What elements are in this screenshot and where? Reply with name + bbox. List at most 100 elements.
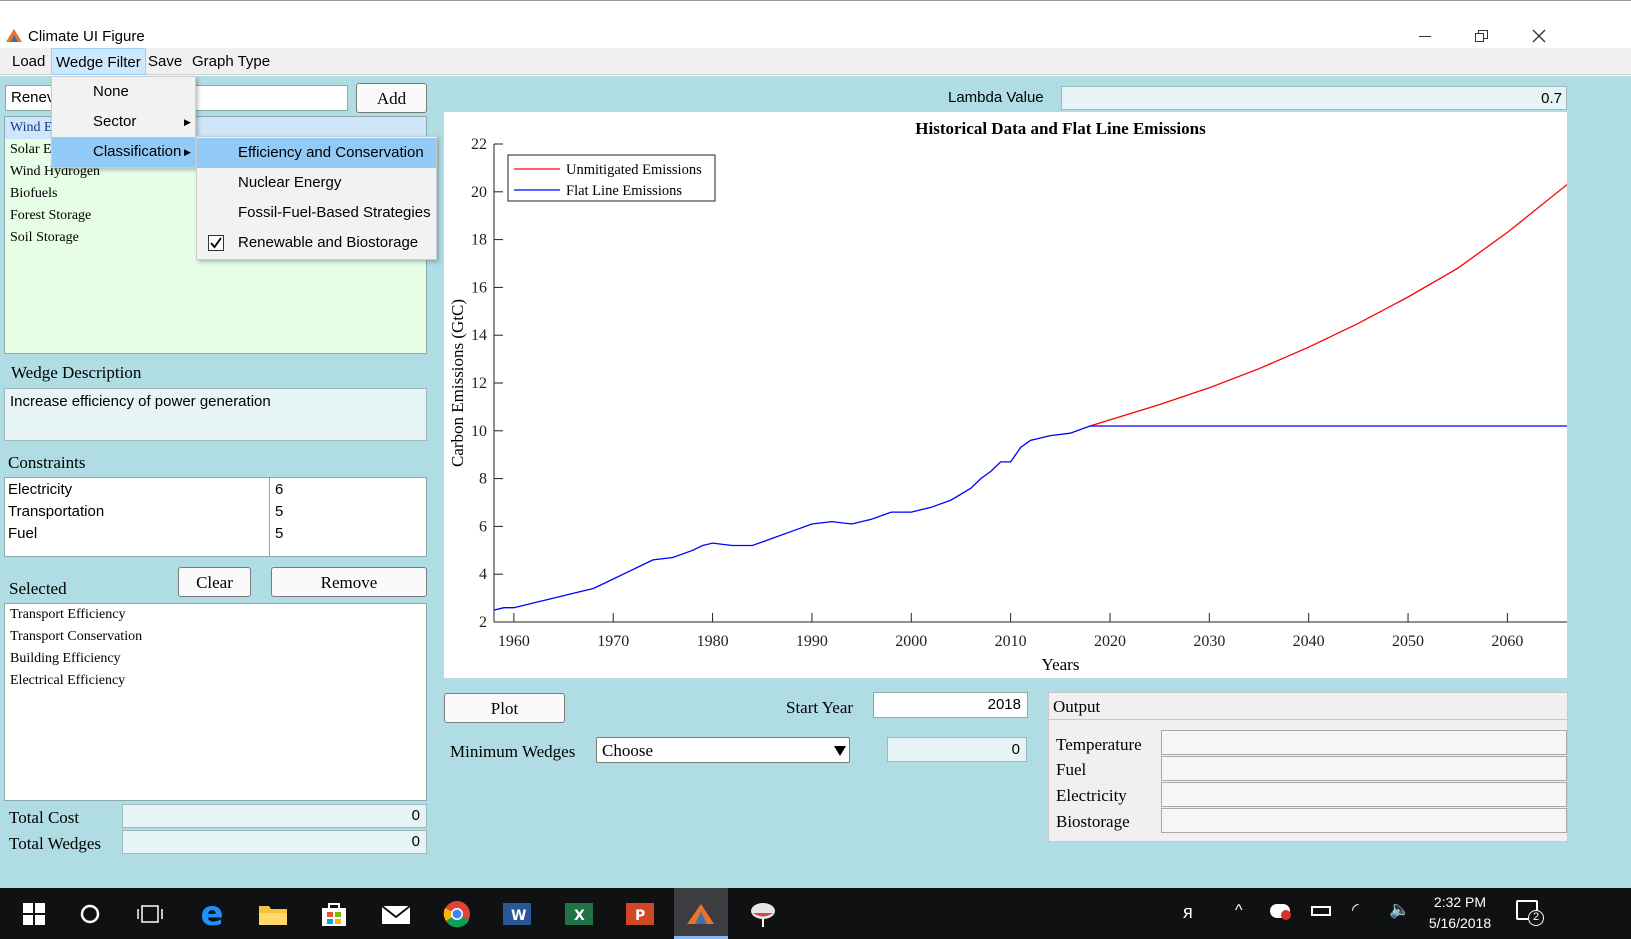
clock-time: 2:32 PM (1433, 894, 1487, 910)
x-tick-label: 2010 (995, 633, 1027, 650)
minimize-button[interactable] (1410, 25, 1440, 47)
excel-button[interactable]: X (561, 896, 597, 932)
constraint-value[interactable]: 5 (275, 525, 283, 542)
lambda-label: Lambda Value (948, 89, 1044, 106)
menu-item-sector[interactable]: Sector ▶ (52, 107, 195, 137)
constraint-name: Electricity (8, 481, 73, 498)
word-button[interactable]: W (499, 896, 535, 932)
lambda-value: 0.7 (1541, 90, 1562, 107)
folder-icon (259, 906, 287, 925)
clear-button[interactable]: Clear (178, 567, 251, 597)
plot-button[interactable]: Plot (444, 693, 565, 723)
menu-item-renewable[interactable]: Renewable and Biostorage (197, 228, 436, 258)
menu-load[interactable]: Load (12, 53, 45, 70)
menu-save[interactable]: Save (148, 53, 182, 70)
x-tick-label: 1970 (597, 633, 629, 650)
start-year-label: Start Year (786, 698, 854, 717)
wifi-icon[interactable]: ◜ (1352, 900, 1359, 920)
x-tick-label: 2040 (1293, 633, 1325, 650)
menu-item-none[interactable]: None (52, 77, 195, 107)
store-button[interactable] (316, 896, 352, 932)
restore-button[interactable] (1466, 25, 1496, 47)
chrome-icon (443, 901, 470, 928)
temperature-label: Temperature (1056, 735, 1142, 754)
menu-wedge-filter[interactable]: Wedge Filter (51, 48, 146, 75)
classification-submenu: Efficiency and Conservation Nuclear Ener… (196, 136, 437, 260)
cortana-icon (80, 904, 100, 924)
word-icon: W (503, 903, 531, 925)
matlab-taskbar-button[interactable] (683, 896, 719, 932)
edge-icon[interactable]: e (194, 894, 230, 934)
total-wedges-value: 0 (411, 833, 420, 850)
svg-text:W: W (511, 908, 526, 924)
minimum-wedges-dropdown[interactable]: Choose (596, 737, 850, 763)
start-year-input[interactable]: 2018 (873, 692, 1028, 718)
wedge-description-label: Wedge Description (11, 363, 142, 382)
menu-item-fossil[interactable]: Fossil-Fuel-Based Strategies (197, 198, 436, 228)
onedrive-error-icon[interactable] (1270, 904, 1291, 920)
menu-graph-type[interactable]: Graph Type (192, 53, 270, 70)
selected-label: Selected (9, 579, 67, 598)
menu-item-label: Fossil-Fuel-Based Strategies (238, 204, 431, 221)
matlab-icon (687, 904, 714, 924)
task-view-button[interactable] (132, 896, 168, 932)
electricity-label: Electricity (1056, 786, 1127, 805)
minimize-icon (1419, 35, 1431, 37)
total-cost-field: 0 (122, 804, 427, 828)
plot-area (494, 144, 1567, 622)
x-tick-label: 2020 (1094, 633, 1126, 650)
battery-icon[interactable] (1311, 906, 1331, 916)
chevron-up-icon[interactable]: ^ (1235, 902, 1243, 920)
clock[interactable]: 2:32 PM 5/16/2018 (1420, 892, 1500, 934)
close-button[interactable] (1524, 25, 1554, 47)
list-item[interactable]: Building Efficiency (10, 651, 121, 667)
title-bar: Climate UI Figure (0, 0, 1631, 48)
list-item[interactable]: Forest Storage (10, 208, 91, 224)
windows-logo-icon (23, 903, 45, 925)
wedge-filter-menu: None Sector ▶ Classification ▶ (51, 76, 196, 168)
electricity-field (1161, 782, 1567, 807)
constraint-value[interactable]: 5 (275, 503, 283, 520)
selected-list[interactable]: Transport Efficiency Transport Conservat… (4, 603, 427, 801)
cortana-button[interactable] (72, 896, 108, 932)
powerpoint-button[interactable]: P (622, 896, 658, 932)
menu-item-classification[interactable]: Classification ▶ (52, 137, 195, 167)
error-badge-icon (1281, 910, 1291, 920)
y-tick-label: 18 (471, 232, 487, 249)
list-item[interactable]: Biofuels (10, 186, 57, 202)
add-button[interactable]: Add (356, 83, 427, 113)
list-item[interactable]: Soil Storage (10, 230, 79, 246)
windows-start-button[interactable] (16, 896, 52, 932)
wedge-description-field: Increase efficiency of power generation (4, 388, 427, 441)
remove-button[interactable]: Remove (271, 567, 427, 597)
window-title: Climate UI Figure (28, 28, 145, 45)
constraint-value[interactable]: 6 (275, 481, 283, 498)
mail-button[interactable] (378, 896, 414, 932)
chrome-button[interactable] (439, 896, 475, 932)
y-tick-label: 20 (471, 184, 487, 201)
list-item[interactable]: Solar E (10, 142, 52, 158)
fuel-field (1161, 756, 1567, 781)
excel-icon: X (565, 903, 593, 925)
x-tick-label: 1980 (697, 633, 729, 650)
menu-item-nuclear[interactable]: Nuclear Energy (197, 168, 436, 198)
people-icon[interactable]: ᴙ (1183, 902, 1193, 923)
wedges-count-field: 0 (887, 737, 1027, 762)
x-tick-label: 2030 (1193, 633, 1225, 650)
volume-icon[interactable]: 🔈 (1389, 900, 1410, 920)
app-button[interactable] (745, 896, 781, 932)
list-item[interactable]: Wind E (10, 120, 53, 136)
menu-item-efficiency[interactable]: Efficiency and Conservation (197, 138, 436, 168)
lambda-field[interactable]: 0.7 (1061, 86, 1567, 110)
action-center-icon[interactable]: 2 (1516, 900, 1544, 926)
legend-label: Flat Line Emissions (566, 183, 682, 199)
list-item[interactable]: Transport Conservation (10, 629, 142, 645)
y-tick-label: 4 (479, 566, 487, 583)
total-wedges-label: Total Wedges (9, 834, 102, 853)
mail-icon (381, 905, 411, 924)
svg-text:X: X (574, 908, 585, 924)
clock-date: 5/16/2018 (1428, 915, 1492, 931)
list-item[interactable]: Transport Efficiency (10, 607, 125, 623)
file-explorer-button[interactable] (255, 896, 291, 932)
list-item[interactable]: Electrical Efficiency (10, 673, 125, 689)
